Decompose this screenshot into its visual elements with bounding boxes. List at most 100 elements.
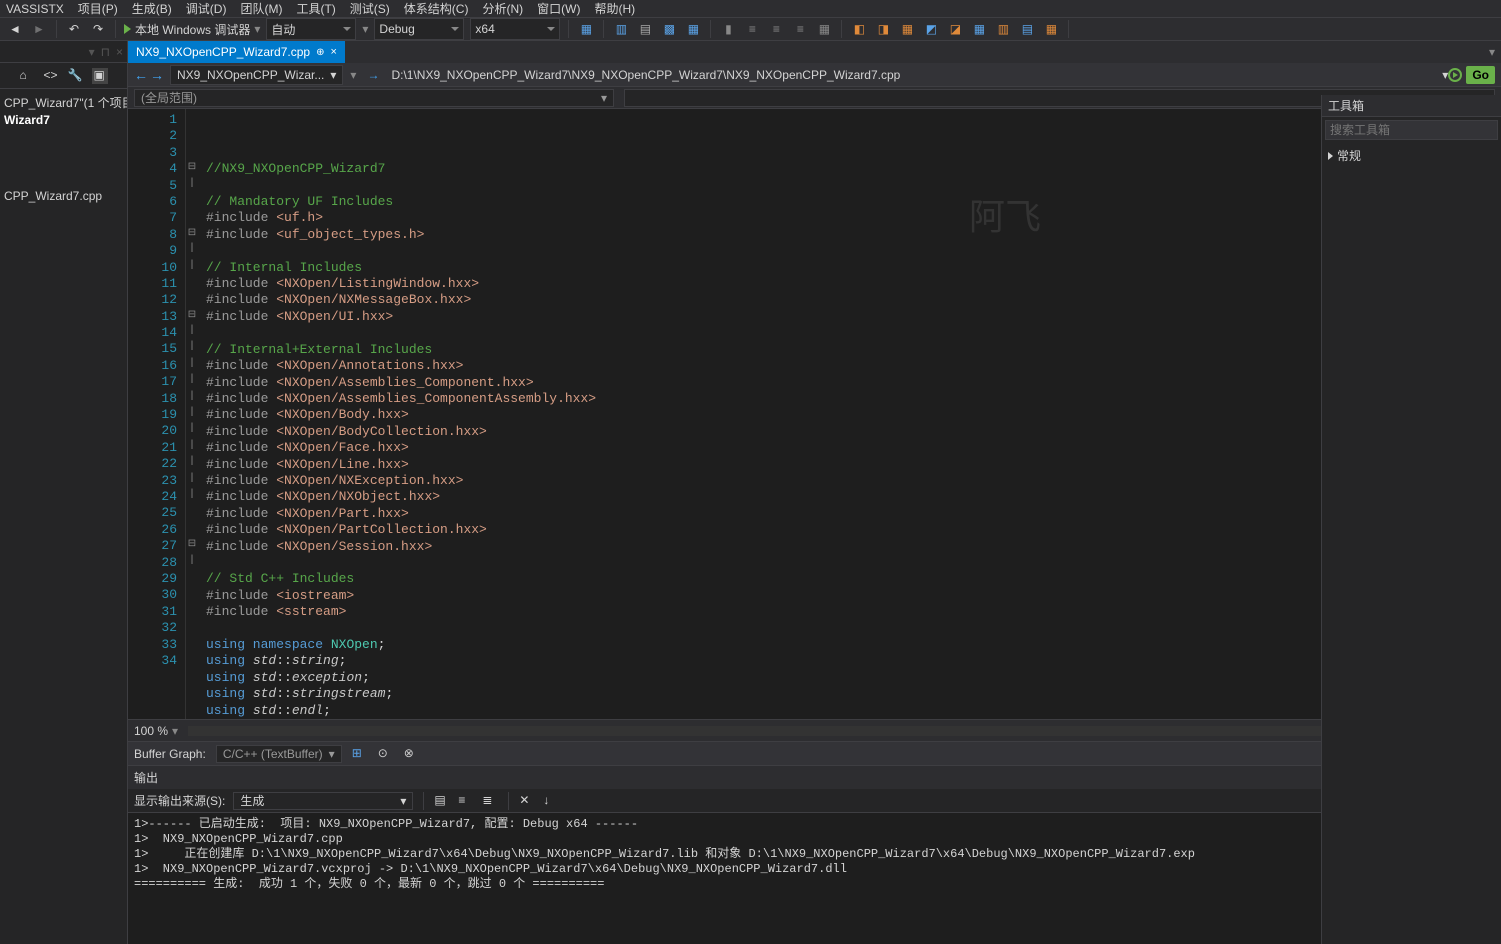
toolbox-search-input[interactable] <box>1325 120 1498 140</box>
tool-icon-13[interactable]: ▦ <box>898 20 916 38</box>
nav-fwd-icon[interactable]: → <box>150 67 164 83</box>
tool-icon-12[interactable]: ◨ <box>874 20 892 38</box>
play-icon <box>124 24 131 34</box>
menu-item[interactable]: 调试(D) <box>186 0 227 17</box>
out-icon-4[interactable]: ✕ <box>519 793 535 809</box>
output-toolbar: 显示输出来源(S): 生成▾ ▤ ≡ ≣ ✕ ↓ <box>128 789 1501 813</box>
output-title: 输出 <box>134 769 1461 786</box>
output-header: 输出 ▾ ⊓ × <box>128 765 1501 789</box>
toolbox-category[interactable]: 常规 <box>1322 143 1501 168</box>
go-icon <box>1448 68 1462 82</box>
tab-title: NX9_NXOpenCPP_Wizard7.cpp <box>136 45 310 59</box>
menu-item[interactable]: 团队(M) <box>240 0 282 17</box>
solution-header: ▾ ⊓ × <box>0 41 127 63</box>
scope-bar: (全局范围)▾ ▾ <box>128 87 1501 109</box>
code-icon[interactable]: <> <box>44 68 60 84</box>
nav-fwd-icon[interactable]: ► <box>30 20 48 38</box>
nav-bar: ← → NX9_NXOpenCPP_Wizar...▾ ▾ → D:\1\NX9… <box>128 63 1501 87</box>
menu-item[interactable]: 分析(N) <box>482 0 523 17</box>
output-body[interactable]: 1>------ 已启动生成: 项目: NX9_NXOpenCPP_Wizard… <box>128 813 1501 903</box>
tool-icon-14[interactable]: ◩ <box>922 20 940 38</box>
buffer-label: Buffer Graph: <box>134 747 206 761</box>
hscroll[interactable] <box>188 726 1478 736</box>
tab-active[interactable]: NX9_NXOpenCPP_Wizard7.cpp ⊕ × <box>128 41 345 63</box>
start-debug-button[interactable]: 本地 Windows 调试器 ▾ <box>124 21 260 38</box>
tool-icon-2[interactable]: ▥ <box>612 20 630 38</box>
tool-icon-8[interactable]: ≡ <box>767 20 785 38</box>
menu-item[interactable]: 项目(P) <box>78 0 118 17</box>
file-node[interactable]: CPP_Wizard7.cpp <box>0 188 127 204</box>
wrench-icon[interactable]: 🔧 <box>68 68 84 84</box>
out-icon-2[interactable]: ≡ <box>458 793 474 809</box>
expand-icon <box>1328 152 1333 160</box>
tool-icon-15[interactable]: ◪ <box>946 20 964 38</box>
tool-icon-19[interactable]: ▦ <box>1042 20 1060 38</box>
pin-icon[interactable]: ⊕ <box>316 47 324 58</box>
chevron-down-icon[interactable]: ▾ <box>343 68 363 82</box>
tool-icon-18[interactable]: ▤ <box>1018 20 1036 38</box>
platform-dropdown[interactable]: x64 <box>470 18 560 40</box>
menu-item[interactable]: 测试(S) <box>350 0 390 17</box>
output-src-dropdown[interactable]: 生成▾ <box>233 792 413 810</box>
code-editor[interactable]: 1234567891011121314151617181920212223242… <box>128 109 1501 719</box>
buffer-dropdown[interactable]: C/C++ (TextBuffer)▾ <box>216 745 342 763</box>
menu-item[interactable]: 窗口(W) <box>537 0 580 17</box>
go-button[interactable]: Go <box>1466 66 1495 84</box>
nav-back-icon[interactable]: ← <box>134 67 148 83</box>
tool-icon-17[interactable]: ▥ <box>994 20 1012 38</box>
solution-node[interactable]: CPP_Wizard7"(1 个项目) <box>0 93 127 112</box>
zoom-dropdown[interactable]: 100 %▾ <box>134 724 178 738</box>
tool-icon-5[interactable]: ▦ <box>684 20 702 38</box>
toolbox: 工具箱 常规 <box>1321 95 1501 944</box>
nav-back-icon[interactable]: ◄ <box>6 20 24 38</box>
tool-icon-3[interactable]: ▤ <box>636 20 654 38</box>
debugger-label: 本地 Windows 调试器 <box>135 21 250 38</box>
close-icon[interactable]: × <box>116 45 123 59</box>
config-dropdown[interactable]: Debug <box>374 18 464 40</box>
config-auto-dropdown[interactable]: 自动 <box>266 18 356 40</box>
tool-icon-16[interactable]: ▦ <box>970 20 988 38</box>
fold-column[interactable]: ⊟|⊟||⊟|||||||||||⊟| <box>186 109 198 719</box>
toolbar: ◄ ► ↶ ↷ 本地 Windows 调试器 ▾ 自动 ▾ Debug x64 … <box>0 18 1501 41</box>
tool-icon-1[interactable]: ▦ <box>577 20 595 38</box>
menu-item[interactable]: 工具(T) <box>296 0 335 17</box>
view-icon[interactable]: ▣ <box>92 68 108 84</box>
nav-member-dropdown[interactable]: NX9_NXOpenCPP_Wizar...▾ <box>170 65 343 85</box>
scope-left-dropdown[interactable]: (全局范围)▾ <box>134 89 614 107</box>
menu-item[interactable]: 帮助(H) <box>594 0 635 17</box>
menu-item[interactable]: 生成(B) <box>132 0 172 17</box>
buf-icon-1[interactable]: ⊞ <box>352 746 368 762</box>
solution-toolbar: ⌂ <> 🔧 ▣ <box>0 63 127 89</box>
buf-icon-3[interactable]: ⊗ <box>404 746 420 762</box>
close-icon[interactable]: × <box>330 46 336 58</box>
buffer-bar: Buffer Graph: C/C++ (TextBuffer)▾ ⊞ ⊙ ⊗ … <box>128 741 1501 765</box>
dropdown-icon[interactable]: ▾ <box>89 45 95 59</box>
zoom-bar: 100 %▾ ▯ <box>128 719 1501 741</box>
tool-icon-6[interactable]: ▮ <box>719 20 737 38</box>
redo-icon[interactable]: ↷ <box>89 20 107 38</box>
tool-icon-7[interactable]: ≡ <box>743 20 761 38</box>
menu-item[interactable]: 体系结构(C) <box>404 0 469 17</box>
line-gutter: 1234567891011121314151617181920212223242… <box>128 109 186 719</box>
pin-icon[interactable]: ⊓ <box>101 45 110 59</box>
nav-fwd2-icon[interactable]: → <box>363 68 383 82</box>
tool-icon-4[interactable]: ▩ <box>660 20 678 38</box>
code-area[interactable]: 阿飞 //NX9_NXOpenCPP_Wizard7 // Mandatory … <box>198 109 1501 719</box>
home-icon[interactable]: ⌂ <box>20 68 36 84</box>
tool-icon-11[interactable]: ◧ <box>850 20 868 38</box>
buf-icon-2[interactable]: ⊙ <box>378 746 394 762</box>
undo-icon[interactable]: ↶ <box>65 20 83 38</box>
nav-path: D:\1\NX9_NXOpenCPP_Wizard7\NX9_NXOpenCPP… <box>383 68 1442 82</box>
toolbox-title: 工具箱 <box>1322 95 1501 117</box>
menu-item[interactable]: VASSISTX <box>6 2 64 16</box>
out-icon-5[interactable]: ↓ <box>543 793 559 809</box>
output-src-label: 显示输出来源(S): <box>134 792 225 809</box>
project-node[interactable]: Wizard7 <box>0 112 127 128</box>
tab-overflow-icon[interactable]: ▾ <box>1483 45 1501 59</box>
out-icon-1[interactable]: ▤ <box>434 793 450 809</box>
out-icon-3[interactable]: ≣ <box>482 793 498 809</box>
tool-icon-9[interactable]: ≡ <box>791 20 809 38</box>
solution-tree[interactable]: CPP_Wizard7"(1 个项目) Wizard7 CPP_Wizard7.… <box>0 89 127 944</box>
tool-icon-10[interactable]: ▦ <box>815 20 833 38</box>
menubar: VASSISTX 项目(P) 生成(B) 调试(D) 团队(M) 工具(T) 测试(S) 体系… <box>0 0 1501 18</box>
